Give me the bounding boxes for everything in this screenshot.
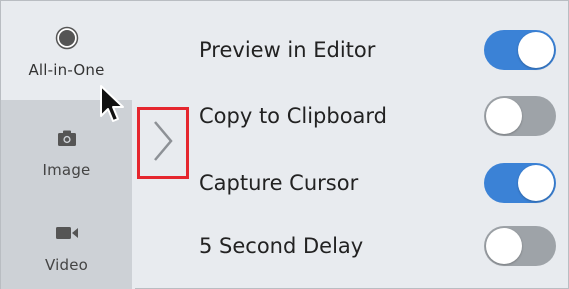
preview-in-editor-toggle[interactable] (484, 30, 556, 70)
camera-icon (56, 126, 78, 150)
mode-label: Video (44, 256, 89, 274)
setting-label: 5 Second Delay (199, 234, 364, 258)
toggle-knob (486, 98, 522, 134)
setting-label: Capture Cursor (199, 171, 359, 195)
capture-mode-sidebar: All-in-One Image Video (1, 1, 132, 289)
record-circle-icon (55, 26, 79, 50)
setting-preview-in-editor: Preview in Editor (196, 30, 566, 70)
mode-video[interactable]: Video (1, 195, 132, 289)
mode-label: Image (42, 161, 91, 179)
copy-to-clipboard-toggle[interactable] (484, 96, 556, 136)
setting-label: Copy to Clipboard (199, 104, 388, 128)
sidebar-divider (132, 100, 135, 289)
capture-cursor-toggle[interactable] (484, 163, 556, 203)
mode-label: All-in-One (28, 61, 105, 79)
capture-panel: All-in-One Image Video Preview in Editor… (0, 0, 569, 289)
video-camera-icon (55, 221, 79, 245)
toggle-knob (518, 32, 554, 68)
setting-label: Preview in Editor (199, 38, 376, 62)
setting-copy-to-clipboard: Copy to Clipboard (196, 96, 566, 136)
mouse-pointer-icon (99, 84, 127, 126)
settings-list: Preview in Editor Copy to Clipboard Capt… (196, 1, 566, 289)
toggle-knob (518, 165, 554, 201)
5-second-delay-toggle[interactable] (484, 226, 556, 266)
expand-sidebar-button[interactable] (137, 107, 189, 179)
toggle-knob (486, 228, 522, 264)
setting-5-second-delay: 5 Second Delay (196, 226, 566, 266)
chevron-right-icon (152, 119, 174, 168)
setting-capture-cursor: Capture Cursor (196, 163, 566, 203)
